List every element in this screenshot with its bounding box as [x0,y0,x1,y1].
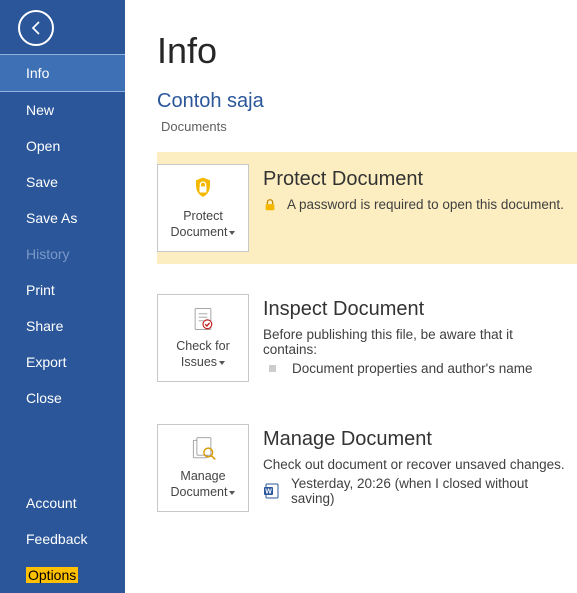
manage-button-label: Manage Document [171,469,228,499]
word-doc-icon: W [263,482,281,500]
nav-options[interactable]: Options [0,557,125,593]
backstage-sidebar: Info New Open Save Save As History Print… [0,0,125,593]
inspect-text: Before publishing this file, be aware th… [263,327,567,357]
nav-export[interactable]: Export [0,344,125,380]
caret-icon [229,231,235,235]
nav-open[interactable]: Open [0,128,125,164]
document-check-icon [189,305,217,333]
document-title: Contoh saja [157,90,577,113]
svg-text:W: W [265,489,272,496]
manage-text: Check out document or recover unsaved ch… [263,457,567,472]
nav-save-as[interactable]: Save As [0,200,125,236]
bullet-icon [269,365,276,372]
nav-bottom: Account Feedback Options [0,485,125,593]
nav-new[interactable]: New [0,92,125,128]
document-manage-icon [189,435,217,463]
inspect-heading: Inspect Document [263,298,567,321]
page-title: Info [157,30,577,72]
protect-document-section: Protect Document Protect Document A pass… [157,152,577,264]
lock-icon [263,198,277,212]
protect-heading: Protect Document [263,168,564,191]
inspect-item: Document properties and author's name [292,361,532,376]
document-location[interactable]: Documents [161,119,577,134]
manage-heading: Manage Document [263,428,567,451]
nav-account[interactable]: Account [0,485,125,521]
nav-options-label: Options [26,567,78,583]
inspect-document-section: Check for Issues Inspect Document Before… [157,282,577,394]
nav-info[interactable]: Info [0,54,125,92]
nav-close[interactable]: Close [0,380,125,416]
nav-feedback[interactable]: Feedback [0,521,125,557]
protect-document-button[interactable]: Protect Document [157,164,249,252]
protect-button-label: Protect Document [171,209,228,239]
manage-document-section: Manage Document Manage Document Check ou… [157,412,577,524]
protect-text: A password is required to open this docu… [287,197,564,212]
lock-shield-icon [189,175,217,203]
caret-icon [229,491,235,495]
check-for-issues-button[interactable]: Check for Issues [157,294,249,382]
arrow-left-icon [27,19,45,37]
nav-share[interactable]: Share [0,308,125,344]
nav-top: Info New Open Save Save As History Print… [0,54,125,416]
nav-print[interactable]: Print [0,272,125,308]
nav-history: History [0,236,125,272]
back-button[interactable] [18,10,54,46]
manage-document-button[interactable]: Manage Document [157,424,249,512]
nav-save[interactable]: Save [0,164,125,200]
caret-icon [219,361,225,365]
content-area: Info Contoh saja Documents Protect Docum… [125,0,577,593]
manage-item[interactable]: Yesterday, 20:26 (when I closed without … [291,476,567,506]
